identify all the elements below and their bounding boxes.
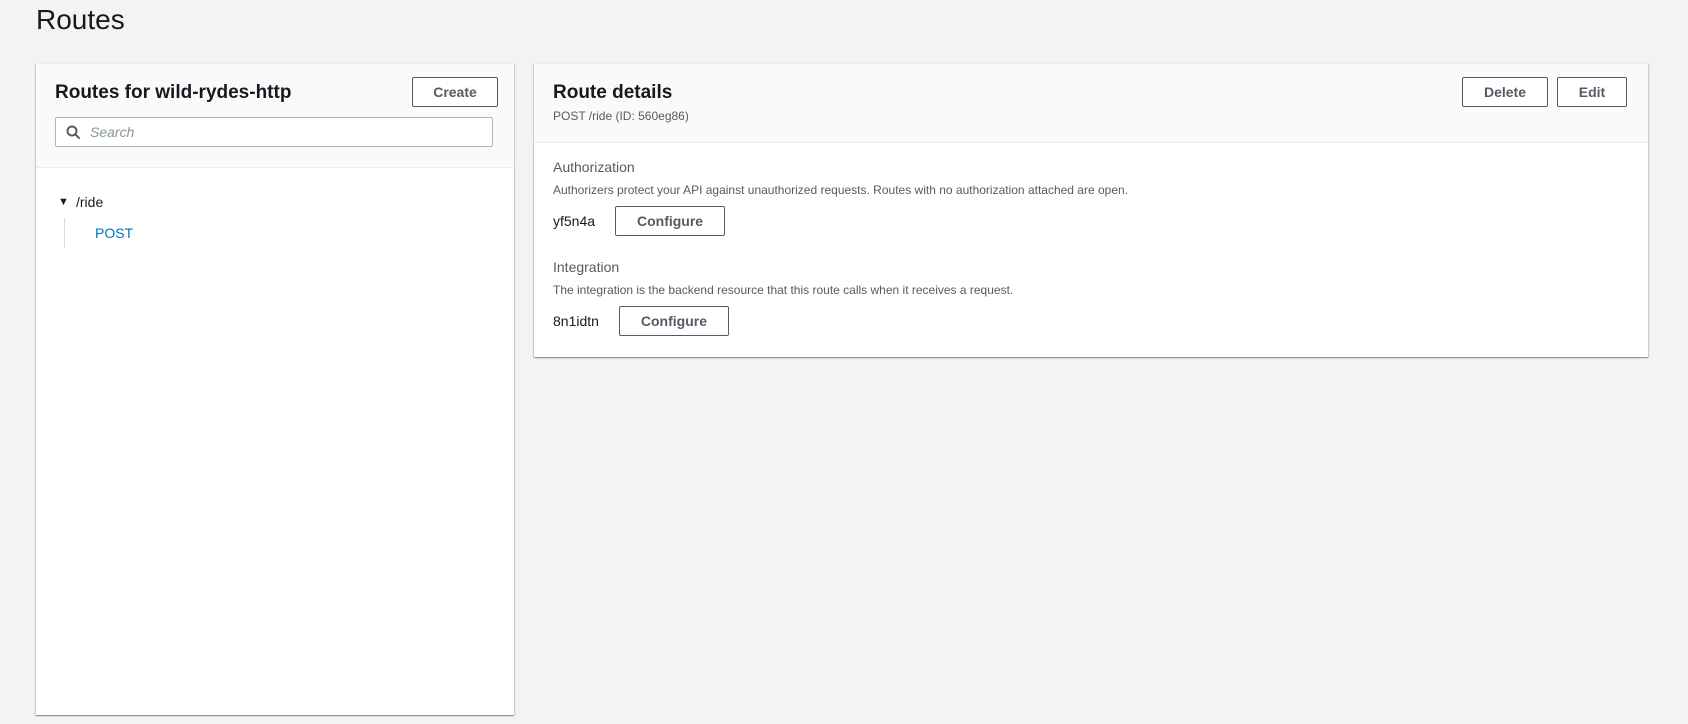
routes-tree: ▼ /ride POST: [58, 194, 133, 248]
integration-id: 8n1idtn: [553, 313, 599, 329]
create-button[interactable]: Create: [412, 77, 498, 107]
route-details-subtitle: POST /ride (ID: 560eg86): [553, 109, 689, 123]
route-details-header: Route details POST /ride (ID: 560eg86) D…: [534, 64, 1648, 143]
authorizer-id: yf5n4a: [553, 213, 596, 229]
routes-panel: Routes for wild-rydes-http Create ▼ /rid…: [36, 63, 514, 715]
edit-button[interactable]: Edit: [1557, 77, 1627, 107]
route-details-title: Route details: [553, 82, 673, 103]
tree-node-path: /ride: [76, 194, 104, 210]
authorization-description: Authorizers protect your API against una…: [553, 183, 1129, 197]
search-box[interactable]: [55, 117, 493, 147]
authorization-section: Authorization Authorizers protect your A…: [553, 159, 1128, 236]
configure-integration-button[interactable]: Configure: [618, 306, 729, 336]
integration-section: Integration The integration is the backe…: [553, 259, 1013, 336]
caret-down-icon[interactable]: ▼: [58, 196, 76, 208]
routes-panel-header: Routes for wild-rydes-http Create: [36, 64, 514, 168]
search-icon: [56, 125, 90, 139]
integration-label: Integration: [553, 259, 620, 275]
page-title: Routes: [36, 4, 125, 35]
delete-button[interactable]: Delete: [1462, 77, 1548, 107]
search-input[interactable]: [90, 124, 480, 140]
route-method-post[interactable]: POST: [95, 225, 133, 241]
route-details-panel: Route details POST /ride (ID: 560eg86) D…: [534, 63, 1648, 357]
tree-node-ride[interactable]: ▼ /ride: [58, 194, 133, 210]
routes-panel-title: Routes for wild-rydes-http: [55, 82, 292, 103]
configure-authorization-button[interactable]: Configure: [615, 206, 726, 236]
integration-description: The integration is the backend resource …: [553, 283, 1014, 297]
tree-children: POST: [64, 218, 133, 248]
authorization-label: Authorization: [553, 159, 635, 175]
